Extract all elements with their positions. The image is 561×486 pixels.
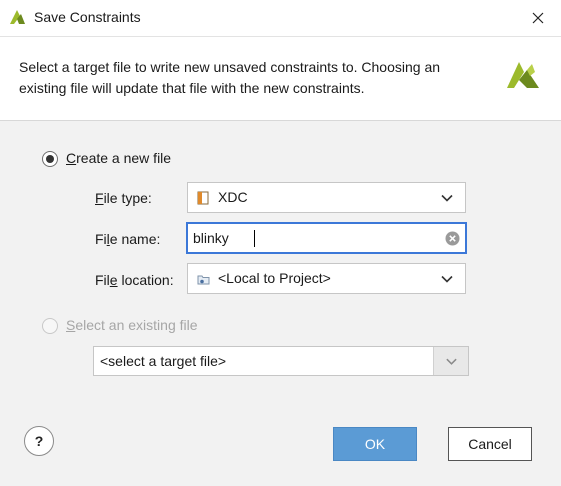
header-description: Select a target file to write new unsave… bbox=[19, 59, 441, 96]
clear-icon[interactable] bbox=[445, 231, 460, 246]
file-name-input[interactable]: blinky bbox=[186, 222, 467, 254]
file-location-value: <Local to Project> bbox=[218, 270, 331, 286]
file-location-label: File location: bbox=[95, 272, 174, 288]
ok-button[interactable]: OK bbox=[333, 427, 417, 461]
select-existing-file-label[interactable]: Select an existing file bbox=[66, 317, 198, 333]
vivado-logo-icon bbox=[10, 10, 25, 24]
folder-location-icon bbox=[197, 275, 210, 285]
file-name-label: File name: bbox=[95, 231, 161, 247]
file-type-label: File type: bbox=[95, 190, 152, 206]
close-icon bbox=[532, 12, 544, 24]
select-existing-file-radio[interactable] bbox=[42, 318, 58, 334]
help-button[interactable]: ? bbox=[24, 426, 54, 456]
file-location-dropdown[interactable]: <Local to Project> bbox=[187, 263, 466, 294]
file-type-value: XDC bbox=[218, 189, 248, 205]
title-bar: Save Constraints bbox=[0, 0, 561, 37]
vivado-logo-icon bbox=[507, 62, 539, 88]
text-caret bbox=[254, 230, 255, 247]
create-new-file-label[interactable]: Create a new file bbox=[66, 150, 171, 166]
file-name-value: blinky bbox=[193, 230, 229, 246]
existing-file-dropdown[interactable]: <select a target file> bbox=[93, 346, 469, 376]
existing-file-dropdown-button[interactable] bbox=[433, 347, 468, 375]
chevron-down-icon bbox=[441, 275, 453, 283]
create-new-file-radio[interactable] bbox=[42, 151, 58, 167]
chevron-down-icon bbox=[441, 194, 453, 202]
existing-file-placeholder: <select a target file> bbox=[100, 353, 227, 369]
xdc-file-icon bbox=[197, 191, 209, 205]
window-title: Save Constraints bbox=[34, 9, 141, 25]
file-type-dropdown[interactable]: XDC bbox=[187, 182, 466, 213]
cancel-button[interactable]: Cancel bbox=[448, 427, 532, 461]
chevron-down-icon bbox=[446, 358, 457, 365]
close-button[interactable] bbox=[515, 0, 561, 36]
header-panel: Select a target file to write new unsave… bbox=[0, 37, 561, 121]
